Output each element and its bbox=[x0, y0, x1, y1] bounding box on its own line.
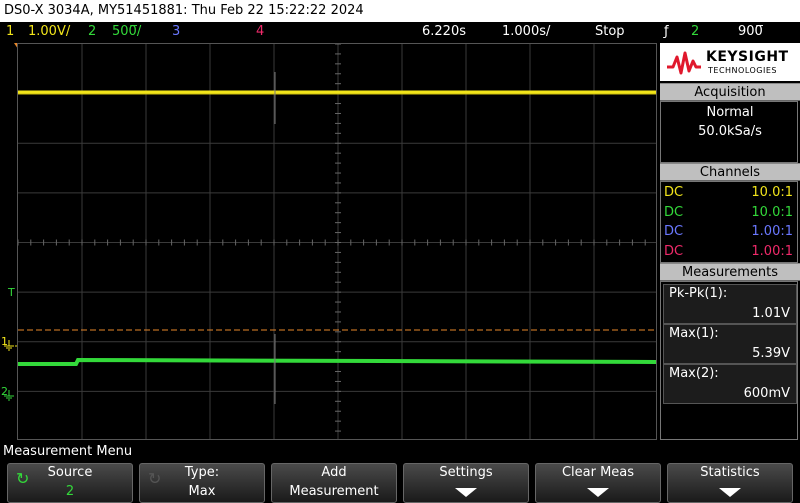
softkey-label: Source bbox=[47, 465, 93, 480]
ch3-number[interactable]: 3 bbox=[172, 22, 180, 41]
ch1-ground-icon bbox=[4, 340, 14, 351]
measurement-label: Max(1): bbox=[669, 326, 719, 341]
trigger-level[interactable]: 900̅ bbox=[738, 22, 763, 41]
acquisition-header[interactable]: Acquisition bbox=[660, 83, 800, 101]
softkey-label: Add bbox=[321, 465, 347, 480]
softkey-label: Settings bbox=[439, 465, 493, 480]
channel-probe-ratio: 1.00:1 bbox=[751, 224, 793, 239]
ch1-number[interactable]: 1 bbox=[6, 22, 14, 41]
source-softkey[interactable]: ↻ Source 2 bbox=[7, 463, 133, 503]
channel-row-3[interactable]: DC 1.00:1 bbox=[661, 223, 799, 241]
add-measurement-softkey[interactable]: Add Measurement bbox=[271, 463, 397, 503]
channel-row-4[interactable]: DC 1.00:1 bbox=[661, 243, 799, 261]
channels-header[interactable]: Channels bbox=[660, 163, 800, 181]
logo-brand: KEYSIGHT bbox=[706, 49, 789, 65]
keysight-logo: KEYSIGHT TECHNOLOGIES bbox=[660, 43, 800, 81]
channel-coupling: DC bbox=[664, 224, 684, 239]
softkey-label: Clear Meas bbox=[561, 465, 635, 480]
ch2-scale[interactable]: 500̅/ bbox=[112, 22, 141, 41]
ch1-scale[interactable]: 1.00V/ bbox=[28, 22, 70, 41]
logo-subtitle: TECHNOLOGIES bbox=[708, 66, 777, 75]
measurements-panel: Pk-Pk(1): 1.01V Max(1): 5.39V Max(2): 60… bbox=[660, 281, 798, 440]
channel-probe-ratio: 10.0:1 bbox=[751, 185, 793, 200]
menu-title: Measurement Menu bbox=[3, 444, 133, 459]
waveform-display[interactable] bbox=[17, 43, 657, 440]
measurement-value: 600mV bbox=[743, 386, 790, 401]
trigger-edge-icon: ƒ bbox=[664, 24, 669, 39]
type-softkey[interactable]: ↻ Type: Max bbox=[139, 463, 265, 503]
measurement-label: Pk-Pk(1): bbox=[669, 286, 728, 301]
acquisition-rate: 50.0kSa/s bbox=[698, 124, 762, 139]
run-state[interactable]: Stop bbox=[595, 22, 625, 41]
measurement-item[interactable]: Max(2): 600mV bbox=[663, 364, 797, 404]
channel-coupling: DC bbox=[664, 185, 684, 200]
window-title: DS0-X 3034A, MY51451881: Thu Feb 22 15:2… bbox=[0, 0, 800, 22]
time-scale[interactable]: 1.000s/ bbox=[502, 22, 550, 41]
measurement-item[interactable]: Pk-Pk(1): 1.01V bbox=[663, 284, 797, 324]
channel-row-2[interactable]: DC 10.0:1 bbox=[661, 204, 799, 222]
softkey-label: Statistics bbox=[700, 465, 760, 480]
softkey-value: Max bbox=[188, 484, 216, 499]
measurement-value: 1.01V bbox=[752, 306, 790, 321]
softkey-bar: ↻ Source 2 ↻ Type: Max Add Measurement S… bbox=[0, 461, 800, 503]
channels-panel: DC 10.0:1 DC 10.0:1 DC 1.00:1 DC 1.00:1 bbox=[660, 181, 798, 263]
ch4-number[interactable]: 4 bbox=[256, 22, 264, 41]
channel-coupling: DC bbox=[664, 205, 684, 220]
ground-marker-icons bbox=[4, 340, 17, 401]
channel-probe-ratio: 10.0:1 bbox=[751, 205, 793, 220]
ch2-ground-icon bbox=[4, 390, 14, 401]
acquisition-mode: Normal bbox=[706, 105, 754, 120]
submenu-arrow-icon bbox=[587, 488, 609, 497]
waveform-grid bbox=[18, 44, 656, 439]
trigger-level-marker[interactable]: T bbox=[8, 287, 15, 298]
channel-row-1[interactable]: DC 10.0:1 bbox=[661, 184, 799, 202]
softkey-value: 2 bbox=[65, 484, 75, 499]
time-offset[interactable]: 6.220s bbox=[422, 22, 466, 41]
keysight-wave-icon bbox=[667, 51, 701, 75]
measurement-item[interactable]: Max(1): 5.39V bbox=[663, 324, 797, 364]
measurement-value: 5.39V bbox=[752, 346, 790, 361]
submenu-arrow-icon bbox=[719, 488, 741, 497]
channel-probe-ratio: 1.00:1 bbox=[751, 244, 793, 259]
ch2-number[interactable]: 2 bbox=[88, 22, 96, 41]
settings-softkey[interactable]: Settings bbox=[403, 463, 529, 503]
softkey-label-line2: Measurement bbox=[289, 484, 379, 499]
softkey-label: Type: bbox=[184, 465, 220, 480]
channel-coupling: DC bbox=[664, 244, 684, 259]
measurements-header[interactable]: Measurements bbox=[660, 263, 800, 281]
measurement-label: Max(2): bbox=[669, 366, 719, 381]
submenu-arrow-icon bbox=[455, 488, 477, 497]
trigger-source[interactable]: 2 bbox=[691, 22, 699, 41]
side-panel: KEYSIGHT TECHNOLOGIES Acquisition Normal… bbox=[660, 43, 800, 440]
clear-meas-softkey[interactable]: Clear Meas bbox=[535, 463, 661, 503]
acquisition-panel: Normal 50.0kSa/s bbox=[660, 101, 798, 163]
statistics-softkey[interactable]: Statistics bbox=[667, 463, 793, 503]
status-bar: 1 1.00V/ 2 500̅/ 3 4 6.220s 1.000s/ Stop… bbox=[0, 22, 800, 41]
